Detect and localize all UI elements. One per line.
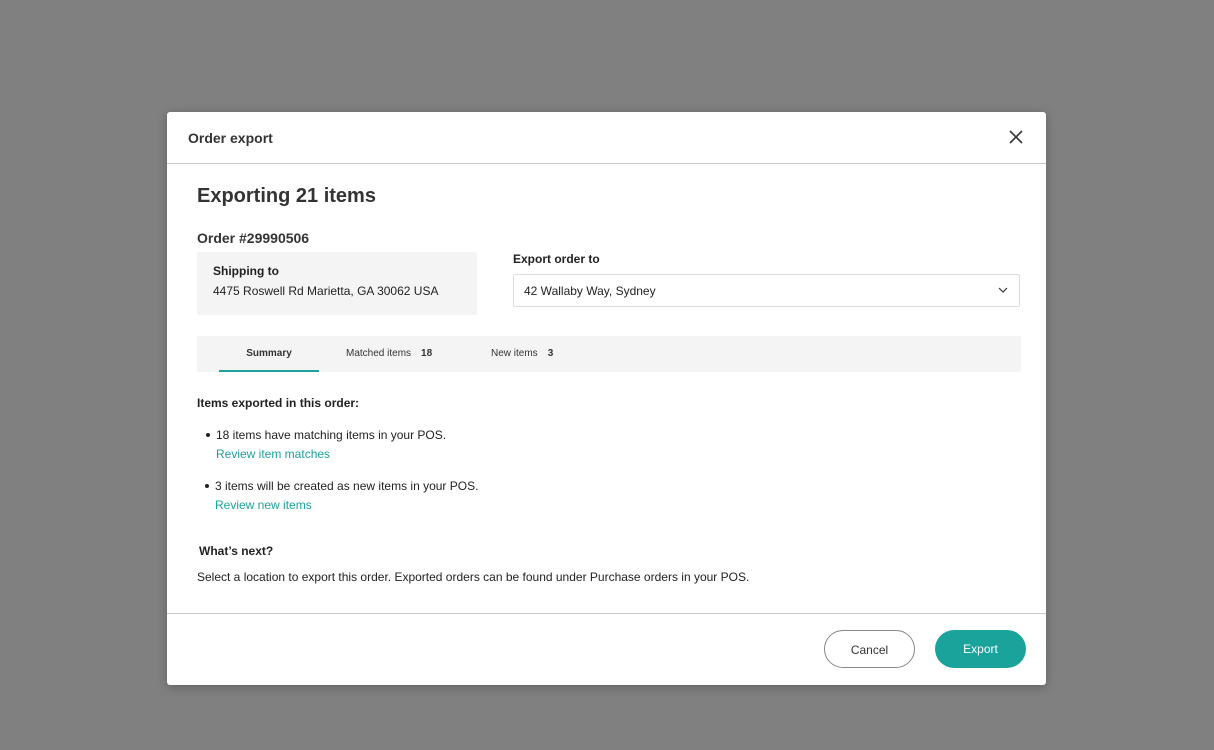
export-location-select[interactable]: 42 Wallaby Way, Sydney	[513, 274, 1020, 307]
tab-label: Matched items	[346, 348, 412, 359]
tab-summary[interactable]: Summary	[219, 336, 319, 372]
cancel-button[interactable]: Cancel	[824, 630, 915, 668]
shipping-address: 4475 Roswell Rd Marietta, GA 30062 USA	[213, 284, 439, 298]
dialog-title: Order export	[188, 130, 273, 146]
export-to-label: Export order to	[513, 252, 600, 266]
bullet-matched: 18 items have matching items in your POS…	[205, 428, 447, 442]
order-export-dialog: Order export Exporting 21 items Order #2…	[167, 112, 1046, 685]
whats-next-text: Select a location to export this order. …	[197, 570, 750, 584]
tab-bar: Summary Matched items 18 New items 3	[197, 336, 1021, 372]
review-new-items-link[interactable]: Review new items	[215, 498, 312, 512]
chevron-down-icon	[998, 287, 1008, 293]
shipping-label: Shipping to	[213, 264, 279, 278]
dialog-header: Order export	[167, 112, 1046, 164]
summary-heading: Items exported in this order:	[197, 396, 360, 410]
tab-new-items[interactable]: New items 3	[491, 336, 553, 372]
tab-label: Summary	[246, 348, 292, 359]
tab-count: 3	[547, 348, 554, 359]
order-number: Order #29990506	[197, 230, 310, 246]
tab-label: New items	[491, 348, 538, 359]
page-title: Exporting 21 items	[197, 185, 376, 207]
shipping-box: Shipping to 4475 Roswell Rd Marietta, GA…	[197, 252, 477, 315]
review-item-matches-link[interactable]: Review item matches	[216, 447, 330, 461]
whats-next-heading: What’s next?	[199, 544, 274, 558]
tab-count: 18	[421, 348, 433, 359]
tab-matched-items[interactable]: Matched items 18	[346, 336, 432, 372]
footer-divider	[167, 613, 1046, 614]
bullet-new: 3 items will be created as new items in …	[204, 479, 479, 493]
export-location-value: 42 Wallaby Way, Sydney	[524, 284, 656, 298]
close-icon[interactable]	[1006, 127, 1026, 147]
export-button[interactable]: Export	[935, 630, 1026, 668]
